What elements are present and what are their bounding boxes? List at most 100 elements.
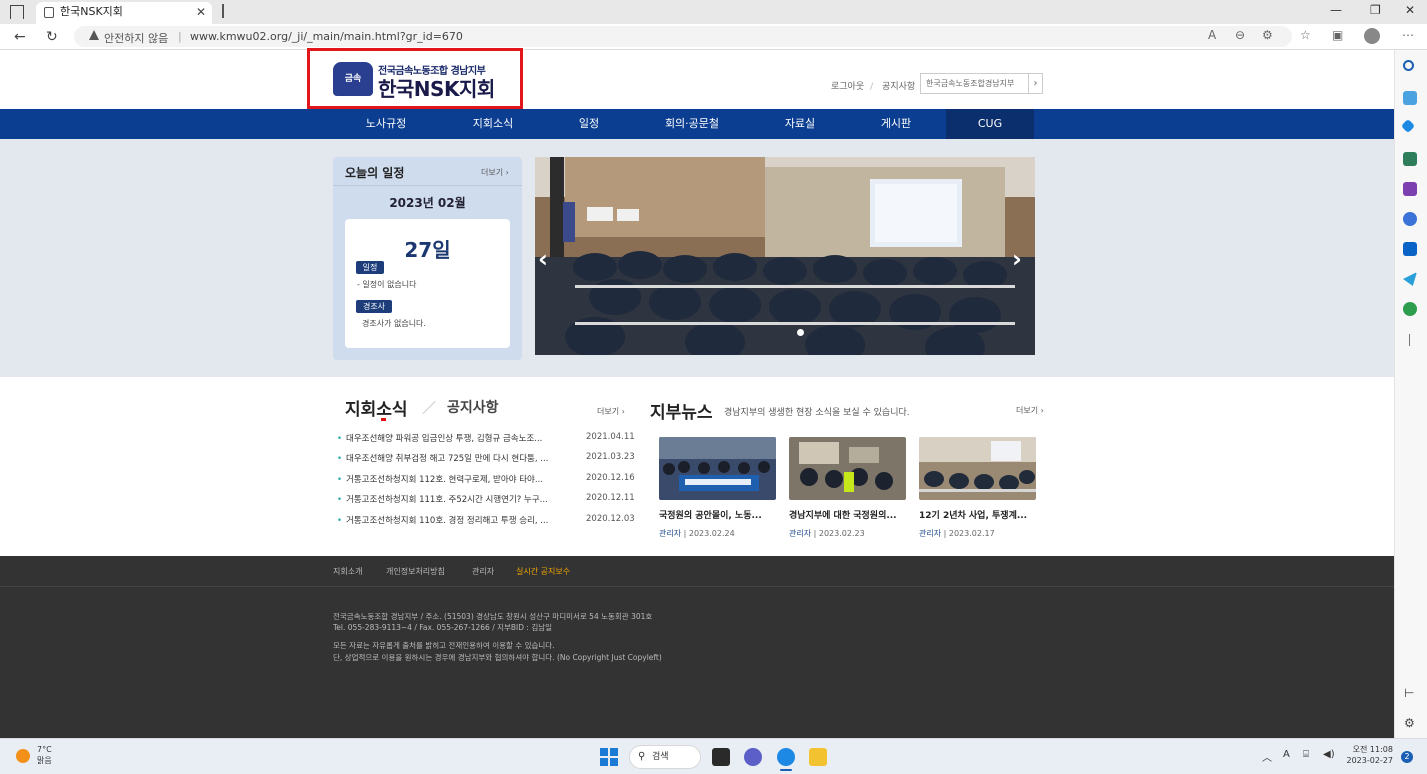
close-window-icon[interactable]: ✕: [1405, 3, 1415, 17]
minimize-icon[interactable]: —: [1330, 3, 1342, 17]
file-explorer-icon[interactable]: [809, 748, 827, 766]
discover-icon[interactable]: [1403, 91, 1417, 105]
divider: [333, 185, 522, 186]
nav-item-board[interactable]: 게시판: [846, 109, 946, 139]
weather-icon[interactable]: [16, 749, 30, 763]
footer-link-about[interactable]: 지회소개: [333, 566, 362, 577]
news-card-title[interactable]: 12기 2년차 사업, 투쟁계...: [919, 508, 1036, 521]
nav-item-schedule[interactable]: 일정: [539, 109, 639, 139]
news-card-date: 2023.02.24: [688, 529, 735, 538]
footer-link-privacy[interactable]: 개인정보처리방침: [386, 566, 445, 577]
footer-link-admin[interactable]: 관리자: [472, 566, 494, 577]
logout-link[interactable]: 로그아웃: [831, 82, 864, 92]
news-item[interactable]: 거통고조선하청지회 112호. 현력구로제, 받아야 타야...: [337, 473, 583, 485]
tree-icon[interactable]: [1403, 302, 1417, 316]
schedule-day: 27일: [404, 238, 451, 262]
notification-badge[interactable]: 2: [1401, 751, 1413, 763]
office-photo: [789, 437, 906, 500]
settings-icon[interactable]: ⚙: [1404, 716, 1415, 730]
news-more-link[interactable]: 더보기 ›: [597, 406, 625, 417]
task-view-icon[interactable]: [712, 748, 730, 766]
union-emblem-icon[interactable]: 금속: [333, 62, 373, 96]
nav-item-regulations[interactable]: 노사규정: [336, 109, 436, 139]
news-date: 2021.04.11: [586, 432, 635, 442]
slider-prev-icon[interactable]: ‹: [538, 245, 548, 273]
nav-item-archive[interactable]: 자료실: [750, 109, 850, 139]
footer: [0, 556, 1394, 738]
logo-title[interactable]: 한국NSK지회: [378, 73, 495, 102]
news-card-meta: 관리자 | 2023.02.24: [659, 529, 735, 538]
collections-icon[interactable]: ▣: [1332, 28, 1343, 42]
events-text: 경조사가 없습니다.: [362, 319, 426, 328]
site-select[interactable]: 한국금속노동조합경남지부 ›: [920, 73, 1043, 94]
ime-icon[interactable]: A: [1283, 749, 1290, 760]
games-icon[interactable]: [1403, 182, 1417, 196]
nav-item-meetings[interactable]: 회의·공문철: [642, 109, 742, 139]
footer-copyright-2: 단, 상업적으로 이용을 원하시는 경우에 경남지부와 협의하셔야 합니다. (…: [333, 653, 662, 662]
news-card-title[interactable]: 국정원의 공안몰이, 노동...: [659, 508, 776, 521]
maximize-icon[interactable]: ❐: [1370, 3, 1381, 17]
news-item[interactable]: 거통고조선하청지회 111호. 주52시간 시행연기? 누구...: [337, 493, 583, 505]
browser-tab[interactable]: 한국NSK지회 ✕: [36, 2, 212, 24]
more-menu-icon[interactable]: ⋯: [1402, 28, 1414, 42]
new-tab-icon[interactable]: [222, 4, 224, 18]
news-thumbnail[interactable]: [659, 437, 776, 500]
schedule-more-link[interactable]: 더보기 ›: [481, 167, 509, 178]
rally-photo: [659, 437, 776, 500]
slider-dot[interactable]: [797, 329, 804, 336]
news-title[interactable]: 지회소식: [345, 395, 408, 420]
hide-sidebar-icon[interactable]: ⊢: [1404, 686, 1414, 700]
news-card-meta: 관리자 | 2023.02.17: [919, 529, 995, 538]
start-icon[interactable]: [600, 748, 618, 766]
news-item[interactable]: 거통고조선하청지회 110호. 경정 정리해고 투쟁 승리, ...: [337, 514, 583, 526]
branch-more-link[interactable]: 더보기 ›: [1016, 405, 1044, 416]
nav-item-branch-news[interactable]: 지회소식: [443, 109, 543, 139]
news-thumbnail[interactable]: [919, 437, 1036, 500]
weather-temp: 7°C: [37, 745, 52, 754]
schedule-month: 2023년 02월: [389, 196, 466, 210]
chevron-right-icon: ›: [1028, 74, 1042, 93]
news-card-author: 관리자: [659, 529, 682, 538]
branch-news-title[interactable]: 지부뉴스: [650, 398, 713, 423]
read-aloud-icon[interactable]: A: [1208, 28, 1216, 42]
taskbar-clock[interactable]: 오전 11:08 2023-02-27: [1345, 744, 1394, 766]
news-card-title[interactable]: 경남지부에 대한 국정원의...: [789, 508, 906, 521]
news-card-date: 2023.02.17: [948, 529, 995, 538]
news-item[interactable]: 대우조선해양 취부검정 해고 725일 만에 다시 현다툼, ...: [337, 452, 583, 464]
office-icon[interactable]: [1403, 212, 1417, 226]
footer-link-live[interactable]: 실시간 공지보수: [516, 566, 570, 577]
photo-slider[interactable]: [535, 157, 1035, 355]
news-card-author: 관리자: [919, 529, 942, 538]
edge-icon[interactable]: [777, 748, 795, 766]
warning-icon[interactable]: [89, 30, 99, 40]
top-links: 로그아웃 / 공지사항: [831, 82, 916, 92]
zoom-icon[interactable]: ⊖: [1235, 28, 1245, 42]
outlook-icon[interactable]: [1403, 242, 1417, 256]
volume-icon[interactable]: ◀): [1323, 749, 1335, 760]
news-item[interactable]: 대우조선해양 파워공 입금인상 투쟁, 김형규 금속노조...: [337, 432, 583, 444]
close-tab-icon[interactable]: ✕: [196, 2, 206, 22]
slider-next-icon[interactable]: ›: [1012, 245, 1022, 273]
chevron-up-icon[interactable]: ︿: [1262, 749, 1272, 764]
tools-icon[interactable]: [1403, 152, 1417, 166]
meeting-photo: [919, 437, 1036, 500]
tab-notices[interactable]: 공지사항: [447, 397, 499, 417]
avatar[interactable]: [1364, 28, 1380, 44]
network-icon[interactable]: ⌸: [1303, 749, 1309, 760]
refresh-icon[interactable]: ↻: [46, 29, 58, 45]
notice-link[interactable]: 공지사항: [882, 82, 915, 92]
back-icon[interactable]: ←: [14, 29, 26, 45]
weather-widget[interactable]: 7°C 맑음: [37, 744, 52, 766]
chat-icon[interactable]: [744, 748, 762, 766]
divider: [0, 586, 1394, 587]
search-icon[interactable]: [1403, 60, 1414, 71]
favorites-icon[interactable]: ☆: [1300, 28, 1311, 42]
security-label[interactable]: 안전하지 않음: [104, 30, 168, 46]
nav-item-cug[interactable]: CUG: [946, 109, 1034, 139]
taskbar-search[interactable]: ⚲ 검색: [629, 745, 701, 769]
extensions-icon[interactable]: ⚙: [1262, 28, 1273, 42]
news-thumbnail[interactable]: [789, 437, 906, 500]
url-text[interactable]: www.kmwu02.org/_ji/_main/main.html?gr_id…: [190, 30, 463, 43]
tab-title: 한국NSK지회: [60, 5, 123, 18]
tab-actions-icon[interactable]: [10, 5, 24, 19]
